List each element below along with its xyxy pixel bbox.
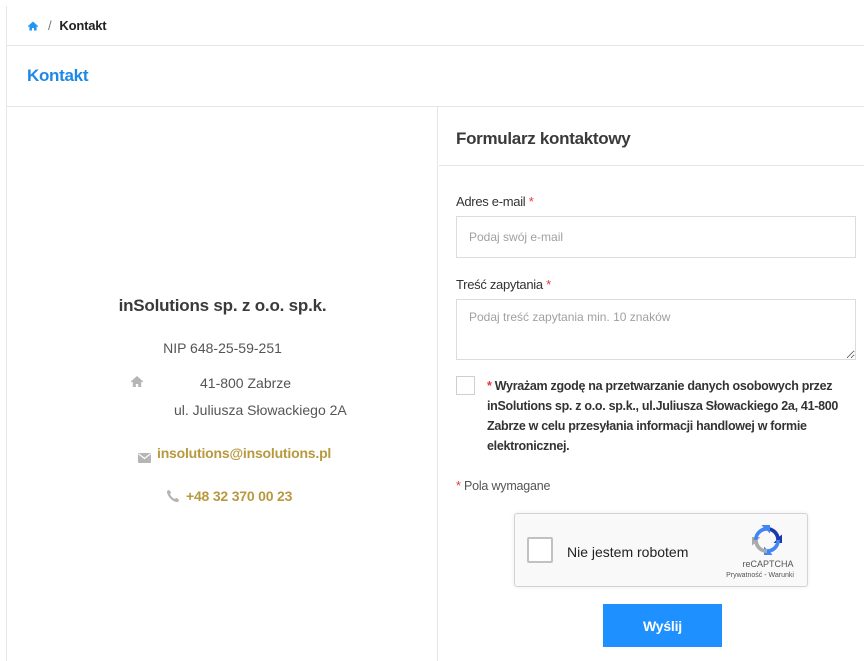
- form-title-bar: Formularz kontaktowy: [439, 107, 864, 166]
- consent-text: Wyrażam zgodę na przetwarzanie danych os…: [487, 379, 839, 453]
- company-info: inSolutions sp. z o.o. sp.k. NIP 648-25-…: [7, 107, 438, 661]
- consent-checkbox[interactable]: [456, 376, 475, 395]
- company-email-link[interactable]: insolutions@insolutions.pl: [157, 445, 331, 461]
- page-title: Kontakt: [27, 66, 89, 85]
- message-textarea[interactable]: [456, 299, 856, 360]
- phone-icon: [166, 489, 180, 503]
- company-phone-link[interactable]: +48 32 370 00 23: [186, 488, 292, 504]
- message-label: Treść zapytania *: [456, 277, 551, 292]
- recaptcha-checkbox[interactable]: [527, 537, 553, 563]
- company-address-line1: 41-800 Zabrze: [200, 375, 292, 391]
- home-icon: [130, 375, 144, 388]
- required-marker: *: [487, 379, 492, 393]
- company-name: inSolutions sp. z o.o. sp.k.: [118, 296, 327, 315]
- recaptcha-links[interactable]: Prywatność - Warunki: [715, 572, 805, 579]
- required-marker: *: [456, 479, 461, 493]
- required-marker: *: [528, 194, 534, 209]
- required-marker: *: [546, 277, 551, 292]
- breadcrumb: / Kontakt: [7, 6, 864, 46]
- recaptcha-label: Nie jestem robotem: [567, 544, 689, 560]
- breadcrumb-current: Kontakt: [59, 18, 107, 33]
- recaptcha-brand: reCAPTCHA: [742, 559, 794, 569]
- company-nip: NIP 648-25-59-251: [163, 340, 282, 356]
- email-input[interactable]: [456, 216, 856, 258]
- submit-button[interactable]: Wyślij: [603, 604, 722, 647]
- home-icon[interactable]: [27, 20, 39, 32]
- breadcrumb-separator: /: [48, 18, 52, 33]
- envelope-icon: [138, 450, 151, 463]
- contact-form: Formularz kontaktowy Adres e-mail * Treś…: [439, 107, 864, 661]
- required-fields-note: * Pola wymagane: [456, 479, 550, 493]
- email-label-text: Adres e-mail: [456, 194, 526, 209]
- required-note-text: Pola wymagane: [463, 479, 551, 493]
- consent-label: * Wyrażam zgodę na przetwarzanie danych …: [487, 376, 857, 456]
- message-label-text: Treść zapytania: [456, 277, 543, 292]
- form-title: Formularz kontaktowy: [456, 129, 631, 148]
- company-address-line2: ul. Juliusza Słowackiego 2A: [174, 402, 347, 418]
- contact-page: / Kontakt Kontakt inSolutions sp. z o.o.…: [6, 6, 864, 661]
- page-title-bar: Kontakt: [7, 46, 864, 107]
- recaptcha-logo-icon: [751, 524, 783, 556]
- recaptcha-widget: Nie jestem robotem reCAPTCHA Prywatność …: [514, 513, 808, 587]
- email-label: Adres e-mail *: [456, 194, 534, 209]
